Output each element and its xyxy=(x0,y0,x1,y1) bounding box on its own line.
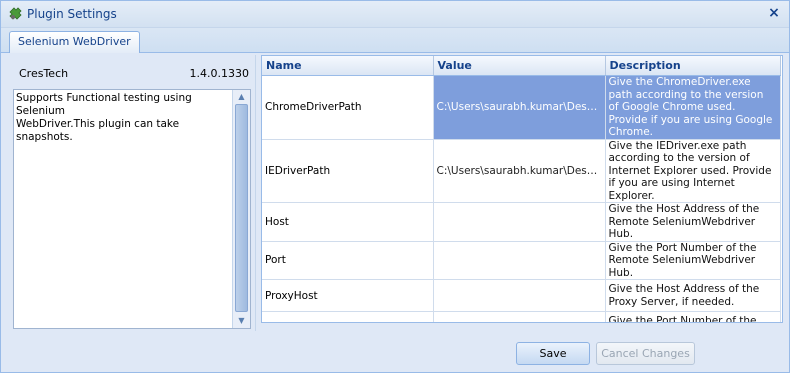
row-description: Give the Port Number of the Proxy Server… xyxy=(605,311,781,322)
table-row[interactable]: Host Give the Host Address of the Remote… xyxy=(262,202,781,242)
row-value-input[interactable] xyxy=(433,279,606,312)
scroll-down-icon[interactable]: ▼ xyxy=(233,314,250,328)
scrollbar-thumb[interactable] xyxy=(235,104,248,312)
row-value-input[interactable]: C:\Users\saurabh.kumar\Deskt... xyxy=(433,139,606,203)
column-header-description[interactable]: Description xyxy=(605,56,781,76)
plugin-description: Supports Functional testing using Seleni… xyxy=(16,92,192,143)
row-name: Host xyxy=(262,202,434,242)
row-value-input[interactable] xyxy=(433,202,606,242)
row-name: ProxyPort xyxy=(262,311,434,322)
plugin-name: CresTech xyxy=(19,67,69,80)
row-name: Port xyxy=(262,241,434,280)
row-name: ProxyHost xyxy=(262,279,434,312)
row-value-input[interactable]: C:\Users\saurabh.kumar\Deskt... xyxy=(433,75,606,140)
row-description: Give the IEDriver.exe path according to … xyxy=(605,139,781,203)
grid-header-row: Name Value Description xyxy=(262,56,781,76)
title-bar[interactable]: Plugin Settings × xyxy=(1,1,789,28)
plugin-settings-window: Plugin Settings × Selenium WebDriver Cre… xyxy=(0,0,790,373)
row-description: Give the Port Number of the Remote Selen… xyxy=(605,241,781,280)
window-title: Plugin Settings xyxy=(27,7,117,21)
row-description: Give the Host Address of the Proxy Serve… xyxy=(605,279,781,312)
tab-content: CresTech 1.4.0.1330 Supports Functional … xyxy=(1,53,789,372)
description-scrollbar[interactable]: ▲ ▼ xyxy=(232,90,250,328)
plugin-info-panel: CresTech 1.4.0.1330 Supports Functional … xyxy=(9,55,256,331)
table-row[interactable]: ProxyPort Give the Port Number of the Pr… xyxy=(262,311,781,322)
table-row[interactable]: ChromeDriverPath C:\Users\saurabh.kumar\… xyxy=(262,75,781,140)
row-description: Give the ChromeDriver.exe path according… xyxy=(605,75,781,140)
tab-selenium-webdriver[interactable]: Selenium WebDriver xyxy=(9,31,140,53)
cancel-changes-button[interactable]: Cancel Changes xyxy=(596,342,695,365)
scroll-up-icon[interactable]: ▲ xyxy=(233,90,250,104)
row-name: IEDriverPath xyxy=(262,139,434,203)
row-value-input[interactable] xyxy=(433,311,606,322)
row-description: Give the Host Address of the Remote Sele… xyxy=(605,202,781,242)
column-header-name[interactable]: Name xyxy=(262,56,434,76)
puzzle-icon xyxy=(9,7,22,20)
tab-strip: Selenium WebDriver xyxy=(1,28,789,53)
settings-table: Name Value Description ChromeDriverPath … xyxy=(262,56,781,322)
row-value-input[interactable] xyxy=(433,241,606,280)
row-name: ChromeDriverPath xyxy=(262,75,434,140)
save-button[interactable]: Save xyxy=(516,342,590,365)
table-row[interactable]: Port Give the Port Number of the Remote … xyxy=(262,241,781,280)
settings-grid: Name Value Description ChromeDriverPath … xyxy=(261,55,783,323)
plugin-version: 1.4.0.1330 xyxy=(189,67,249,80)
plugin-description-box[interactable]: Supports Functional testing using Seleni… xyxy=(13,89,251,329)
table-row[interactable]: IEDriverPath C:\Users\saurabh.kumar\Desk… xyxy=(262,139,781,203)
column-header-value[interactable]: Value xyxy=(433,56,606,76)
close-icon[interactable]: × xyxy=(767,5,781,21)
table-row[interactable]: ProxyHost Give the Host Address of the P… xyxy=(262,279,781,312)
